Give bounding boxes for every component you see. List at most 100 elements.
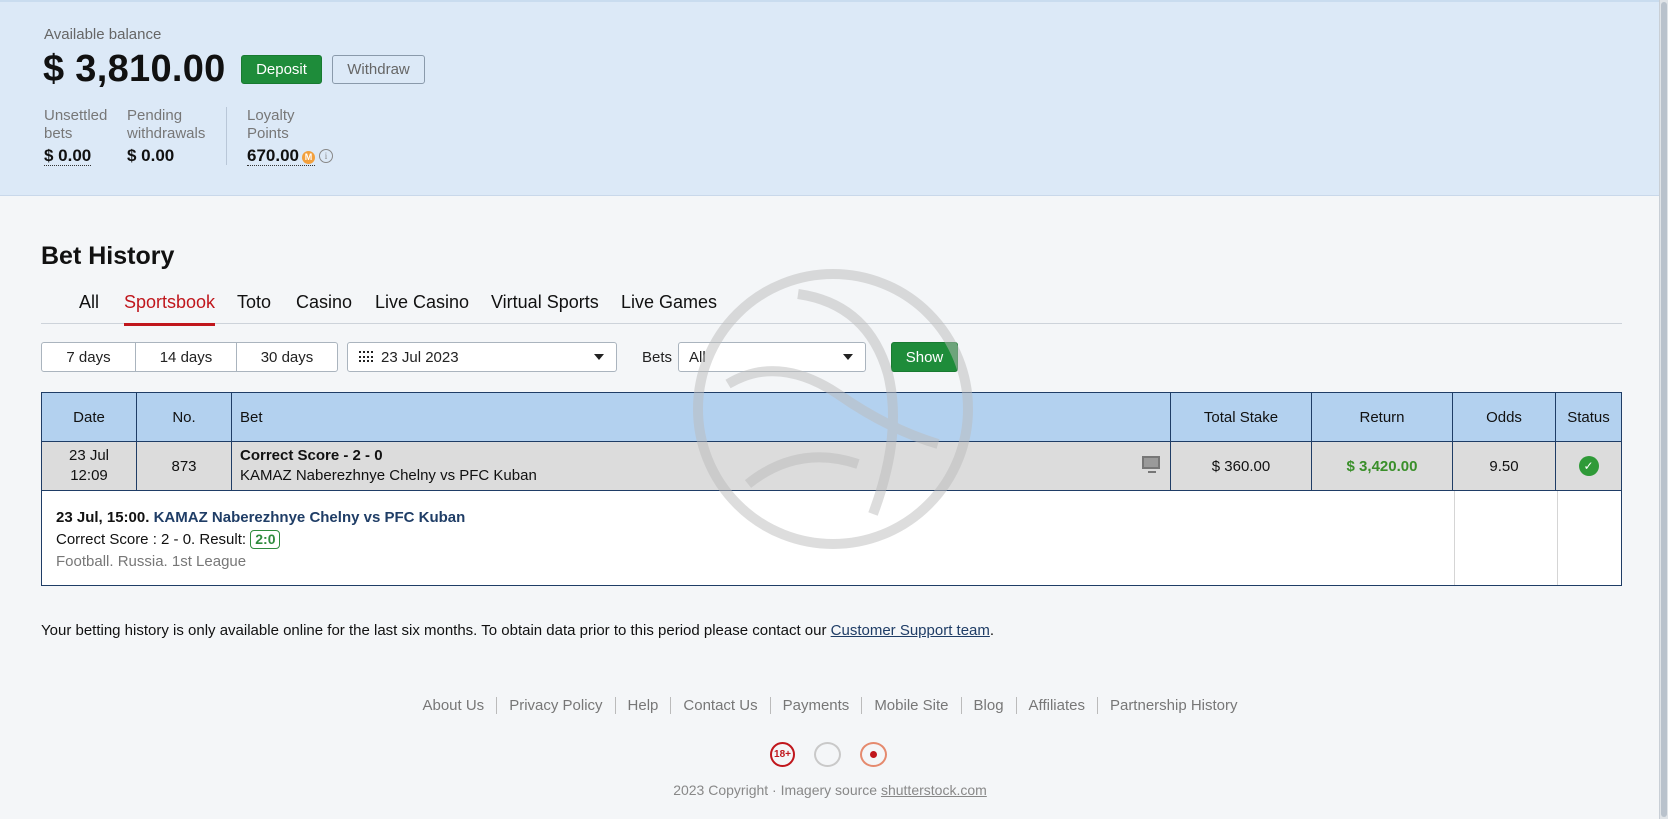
loyalty-points-label-1: Loyalty	[247, 107, 295, 124]
deposit-button[interactable]: Deposit	[241, 55, 322, 84]
history-notice-end: .	[989, 622, 995, 639]
scrollbar-thumb[interactable]	[1661, 2, 1667, 817]
tab-live-casino[interactable]: Live Casino	[375, 292, 469, 322]
header-no: No.	[137, 393, 232, 441]
shutterstock-link[interactable]: shutterstock.com	[881, 782, 987, 798]
copyright-text: 2023 Copyright · Imagery source	[673, 782, 878, 798]
table-header-row: Date No. Bet Total Stake Return Odds Sta…	[42, 393, 1621, 442]
pending-withdrawals-label-1: Pending	[127, 107, 183, 124]
chevron-down-icon	[594, 354, 604, 360]
table-row[interactable]: 23 Jul 12:09 873 Correct Score - 2 - 0 K…	[42, 442, 1621, 491]
event-selection: Correct Score : 2 - 0. Result:	[56, 531, 247, 548]
row-date-time: 12:09	[70, 467, 108, 484]
event-category: Football. Russia. 1st League	[56, 553, 247, 570]
unsettled-bets-stat: Unsettled bets $ 0.00	[44, 107, 107, 166]
available-balance-amount: $ 3,810.00	[43, 48, 226, 90]
footer-link-partnership-history[interactable]: Partnership History	[1096, 697, 1250, 714]
bet-detail-row: 23 Jul, 15:00. KAMAZ Naberezhnye Chelny …	[42, 491, 1621, 585]
bets-filter-select[interactable]: All	[678, 342, 866, 372]
row-bet: Correct Score - 2 - 0 KAMAZ Naberezhnye …	[232, 442, 1171, 490]
footer-link-payments[interactable]: Payments	[769, 697, 862, 714]
row-return: $ 3,420.00	[1312, 442, 1453, 490]
detail-odds-cell	[1455, 491, 1558, 585]
row-bet-title: Correct Score - 2 - 0	[240, 447, 383, 464]
footer-link-contact-us[interactable]: Contact Us	[670, 697, 770, 714]
age-18-plus-icon[interactable]: 18+	[770, 742, 795, 767]
responsible-gaming-badges: 18+	[770, 742, 887, 767]
withdraw-button[interactable]: Withdraw	[332, 55, 425, 84]
page-title: Bet History	[41, 242, 175, 270]
copyright: 2023 Copyright · Imagery source shutters…	[0, 782, 1660, 798]
period-selector: 7 days 14 days 30 days	[41, 342, 338, 372]
pending-withdrawals-stat: Pending withdrawals $ 0.00	[127, 107, 205, 166]
vertical-scrollbar[interactable]	[1659, 0, 1668, 819]
row-return-value: $ 3,420.00	[1346, 457, 1418, 475]
row-date: 23 Jul 12:09	[42, 442, 137, 490]
period-7-days-button[interactable]: 7 days	[42, 343, 135, 371]
date-picker-value: 23 Jul 2023	[381, 348, 459, 366]
row-odds: 9.50	[1453, 442, 1556, 490]
header-status: Status	[1567, 408, 1610, 426]
unsettled-bets-label-2: bets	[44, 125, 73, 142]
loyalty-points-stat: Loyalty Points 670.00 Mi	[247, 107, 333, 166]
tab-virtual-sports[interactable]: Virtual Sports	[491, 292, 599, 322]
pending-withdrawals-label-2: withdrawals	[127, 125, 206, 142]
bet-detail: 23 Jul, 15:00. KAMAZ Naberezhnye Chelny …	[42, 491, 1455, 585]
calendar-icon	[359, 351, 373, 363]
header-bet: Bet	[232, 393, 1171, 441]
bets-filter-value: All	[689, 348, 706, 366]
footer-link-mobile-site[interactable]: Mobile Site	[861, 697, 961, 714]
event-selection-line: Correct Score : 2 - 0. Result: 2:0	[56, 529, 1440, 551]
footer-links: About Us Privacy Policy Help Contact Us Paym…	[0, 697, 1660, 714]
responsible-gaming-icon[interactable]	[860, 742, 887, 767]
header-date: Date	[42, 393, 137, 441]
event-heading: 23 Jul, 15:00. KAMAZ Naberezhnye Chelny …	[56, 507, 1440, 529]
bet-history-table: Date No. Bet Total Stake Return Odds Sta…	[41, 392, 1622, 586]
gambling-therapy-icon[interactable]	[814, 742, 841, 767]
header-return: Return	[1312, 393, 1453, 441]
row-status: ✓	[1556, 442, 1621, 490]
tab-sportsbook[interactable]: Sportsbook	[124, 292, 216, 326]
chevron-down-icon	[843, 354, 853, 360]
header-total-stake: Total Stake	[1171, 393, 1312, 441]
row-total-stake: $ 360.00	[1171, 442, 1312, 490]
info-icon[interactable]: i	[319, 149, 333, 163]
unsettled-bets-value[interactable]: $ 0.00	[44, 147, 92, 166]
footer-link-affiliates[interactable]: Affiliates	[1015, 697, 1097, 714]
bets-filter-label: Bets	[642, 349, 673, 366]
available-balance-label: Available balance	[44, 26, 162, 43]
header-odds: Odds	[1453, 393, 1556, 441]
pending-withdrawals-value: $ 0.00	[127, 146, 175, 165]
loyalty-points-number: 670.00	[247, 146, 299, 165]
tab-live-games[interactable]: Live Games	[621, 292, 717, 322]
tv-icon[interactable]	[1142, 456, 1160, 473]
event-match: KAMAZ Naberezhnye Chelny vs PFC Kuban	[153, 509, 466, 526]
period-14-days-button[interactable]: 14 days	[135, 343, 236, 371]
loyalty-coin-icon: M	[302, 151, 315, 164]
loyalty-points-value[interactable]: 670.00 M	[247, 147, 315, 166]
footer-link-blog[interactable]: Blog	[960, 697, 1016, 714]
result-badge: 2:0	[250, 530, 281, 549]
row-date-day: 23 Jul	[68, 447, 110, 464]
row-bet-match: KAMAZ Naberezhnye Chelny vs PFC Kuban	[240, 467, 537, 484]
balance-panel: Available balance $ 3,810.00 Deposit Wit…	[0, 0, 1660, 196]
tab-casino[interactable]: Casino	[296, 292, 352, 322]
bet-history-tabs: All Sportsbook Toto Casino Live Casino V…	[41, 292, 1622, 326]
history-notice-text: Your betting history is only available o…	[41, 622, 827, 639]
footer-link-about-us[interactable]: About Us	[410, 697, 496, 714]
footer-link-help[interactable]: Help	[614, 697, 671, 714]
row-number: 873	[137, 442, 232, 490]
check-icon: ✓	[1578, 456, 1599, 476]
tab-toto[interactable]: Toto	[237, 292, 271, 322]
period-30-days-button[interactable]: 30 days	[236, 343, 337, 371]
loyalty-points-label-2: Points	[247, 125, 289, 142]
show-button[interactable]: Show	[891, 342, 958, 372]
unsettled-bets-label-1: Unsettled	[44, 107, 108, 124]
event-time: 23 Jul, 15:00.	[56, 509, 150, 526]
stat-divider	[226, 107, 227, 165]
tab-all[interactable]: All	[79, 292, 99, 322]
footer-link-privacy-policy[interactable]: Privacy Policy	[496, 697, 615, 714]
history-notice: Your betting history is only available o…	[41, 622, 994, 639]
date-picker[interactable]: 23 Jul 2023	[347, 342, 617, 372]
customer-support-link[interactable]: Customer Support team	[831, 622, 990, 639]
